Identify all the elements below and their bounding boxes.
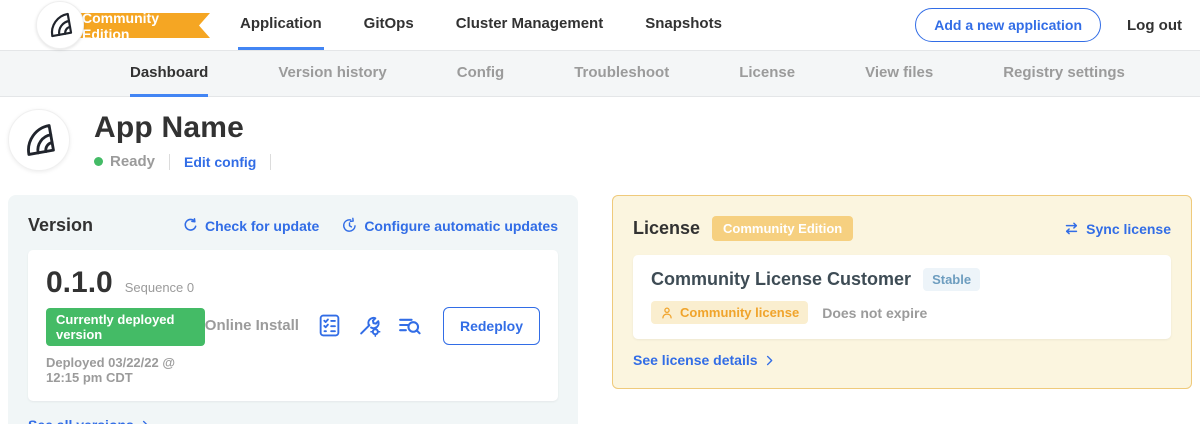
license-card-header: License Community Edition Sync license <box>633 216 1171 241</box>
tab-config[interactable]: Config <box>457 51 504 97</box>
see-license-details-label: See license details <box>633 352 758 368</box>
configure-automatic-updates-label: Configure automatic updates <box>364 218 558 234</box>
see-license-details-link[interactable]: See license details <box>633 352 1171 368</box>
schedule-update-icon <box>341 217 358 234</box>
check-for-update-link[interactable]: Check for update <box>182 217 319 234</box>
config-wrench-gear-icon[interactable] <box>357 313 383 339</box>
version-info: 0.1.0 Sequence 0 Currently deployed vers… <box>46 266 205 385</box>
license-edition-badge: Community Edition <box>712 216 853 241</box>
file-diff-search-icon[interactable] <box>397 313 423 339</box>
app-icon <box>8 109 70 171</box>
person-icon <box>660 306 674 320</box>
sequence-label: Sequence 0 <box>125 280 194 295</box>
replicated-logo-icon <box>47 12 73 38</box>
header-actions: Add a new application Log out <box>915 0 1182 50</box>
customer-name: Community License Customer <box>651 269 911 290</box>
tab-troubleshoot[interactable]: Troubleshoot <box>574 51 669 97</box>
primary-nav: Application GitOps Cluster Management Sn… <box>238 0 724 50</box>
tab-registry-settings[interactable]: Registry settings <box>1003 51 1125 97</box>
add-new-application-button[interactable]: Add a new application <box>915 8 1101 42</box>
sync-arrows-icon <box>1063 220 1080 237</box>
nav-gitops[interactable]: GitOps <box>362 0 416 50</box>
version-actions: Online Install Redeploy <box>205 307 540 345</box>
deployed-timestamp: Deployed 03/22/22 @ 12:15 pm CDT <box>46 355 205 385</box>
configure-automatic-updates-link[interactable]: Configure automatic updates <box>341 217 558 234</box>
app-name-title: App Name <box>94 111 285 145</box>
tab-version-history-label: Version history <box>278 64 386 81</box>
dashboard-cards: Version Check for update Configure autom… <box>8 195 1200 424</box>
app-meta: App Name Ready Edit config <box>94 109 285 171</box>
redeploy-button[interactable]: Redeploy <box>443 307 540 345</box>
chevron-right-icon <box>139 419 152 424</box>
see-all-versions-link[interactable]: See all versions <box>28 417 558 424</box>
logout-button[interactable]: Log out <box>1127 17 1182 34</box>
brand-logo-circle[interactable] <box>36 1 84 49</box>
install-type-label: Online Install <box>205 317 299 334</box>
tab-view-files[interactable]: View files <box>865 51 933 97</box>
version-card: Version Check for update Configure autom… <box>8 195 578 424</box>
app-header: App Name Ready Edit config <box>0 97 1200 171</box>
status-dot-ready <box>94 157 103 166</box>
tab-license-label: License <box>739 64 795 81</box>
version-card-title: Version <box>28 215 93 236</box>
community-edition-label: Community Edition <box>82 10 184 42</box>
version-card-header: Version Check for update Configure autom… <box>28 215 558 236</box>
nav-gitops-label: GitOps <box>364 15 414 32</box>
divider <box>169 154 170 170</box>
nav-application-label: Application <box>240 15 322 32</box>
see-all-versions-label: See all versions <box>28 417 134 424</box>
app-status-row: Ready Edit config <box>94 153 285 170</box>
tab-view-files-label: View files <box>865 64 933 81</box>
nav-cluster-management[interactable]: Cluster Management <box>454 0 606 50</box>
version-number: 0.1.0 <box>46 266 113 300</box>
license-card-title: License <box>633 218 700 239</box>
preflight-checklist-icon[interactable] <box>317 313 343 339</box>
replicated-logo-icon <box>22 123 56 157</box>
currently-deployed-badge: Currently deployed version <box>46 308 205 346</box>
license-details-panel: Community License Customer Stable Commun… <box>633 255 1171 339</box>
top-header: Community Edition Application GitOps Clu… <box>0 0 1200 50</box>
expiry-label: Does not expire <box>822 305 927 321</box>
nav-application[interactable]: Application <box>238 0 324 50</box>
edit-config-link[interactable]: Edit config <box>184 154 256 170</box>
divider <box>270 154 271 170</box>
refresh-icon <box>182 217 199 234</box>
tab-dashboard-label: Dashboard <box>130 64 208 81</box>
license-type-label: Community license <box>680 305 799 320</box>
channel-badge: Stable <box>923 268 980 291</box>
nav-snapshots[interactable]: Snapshots <box>643 0 724 50</box>
tab-registry-settings-label: Registry settings <box>1003 64 1125 81</box>
chevron-right-icon <box>763 354 776 367</box>
nav-cluster-management-label: Cluster Management <box>456 15 604 32</box>
tab-config-label: Config <box>457 64 504 81</box>
license-card: License Community Edition Sync license C… <box>612 195 1192 389</box>
tab-dashboard[interactable]: Dashboard <box>130 51 208 97</box>
sync-license-link[interactable]: Sync license <box>1063 220 1171 237</box>
check-for-update-label: Check for update <box>205 218 319 234</box>
tab-troubleshoot-label: Troubleshoot <box>574 64 669 81</box>
nav-snapshots-label: Snapshots <box>645 15 722 32</box>
brand: Community Edition <box>0 0 210 50</box>
app-subnav: Dashboard Version history Config Trouble… <box>0 50 1200 97</box>
status-label: Ready <box>110 153 155 170</box>
current-version-panel: 0.1.0 Sequence 0 Currently deployed vers… <box>28 250 558 401</box>
sync-license-label: Sync license <box>1086 221 1171 237</box>
tab-license[interactable]: License <box>739 51 795 97</box>
tab-version-history[interactable]: Version history <box>278 51 386 97</box>
license-type-badge: Community license <box>651 301 808 324</box>
